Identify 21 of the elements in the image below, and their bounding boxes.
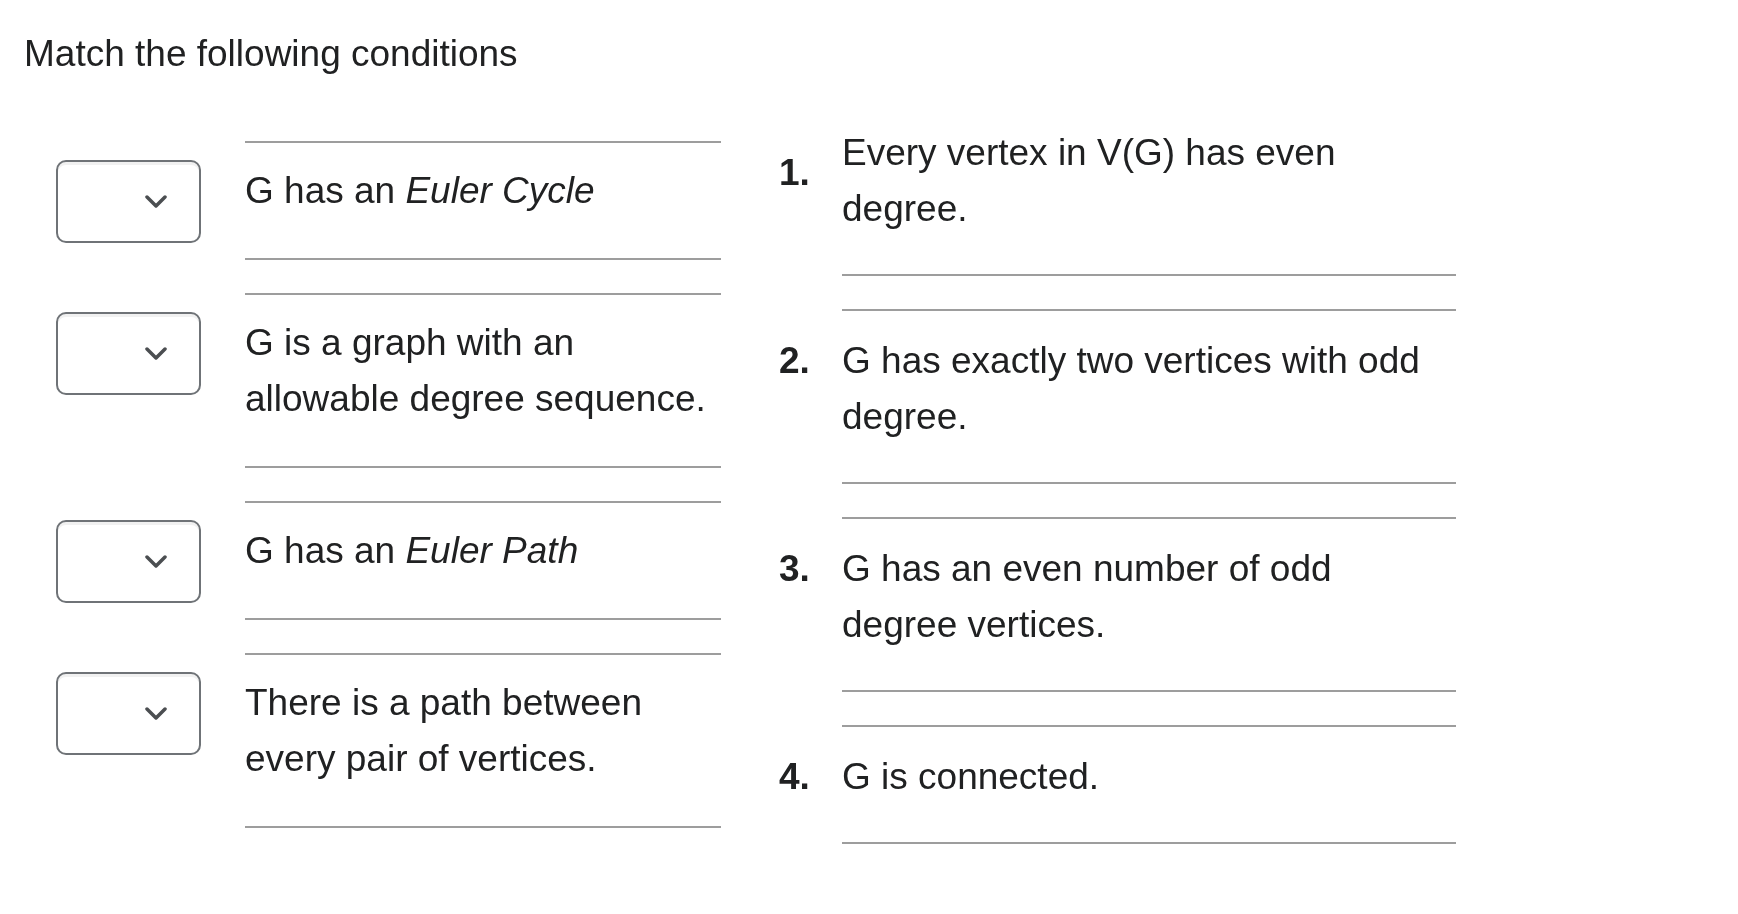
premise-text: G has an Euler Cycle xyxy=(245,170,595,211)
chevron-down-icon xyxy=(145,707,167,720)
choice-text: G has exactly two vertices with odd degree. xyxy=(842,340,1420,437)
choice-text: G is connected. xyxy=(842,756,1100,797)
answer-dropdown[interactable] xyxy=(56,672,201,755)
choice-number: 1. xyxy=(779,152,810,193)
chevron-down-icon xyxy=(145,195,167,208)
premise-text: There is a path between every pair of vertices. xyxy=(245,682,642,779)
choice-text: G has an even number of odd degree vertices. xyxy=(842,548,1332,645)
choice-number: 3. xyxy=(779,548,810,589)
answer-dropdown[interactable] xyxy=(56,312,201,395)
question-title: Match the following conditions xyxy=(24,32,518,76)
answer-dropdown[interactable] xyxy=(56,160,201,243)
chevron-down-icon xyxy=(145,347,167,360)
choice-number: 2. xyxy=(779,340,810,381)
choice-text: Every vertex in V(G) has even degree. xyxy=(842,132,1336,229)
premise-text: G is a graph with an allowable degree sequence. xyxy=(245,322,706,419)
chevron-down-icon xyxy=(145,555,167,568)
premise-text: G has an Euler Path xyxy=(245,530,579,571)
choice-number: 4. xyxy=(779,756,810,797)
answer-dropdown[interactable] xyxy=(56,520,201,603)
